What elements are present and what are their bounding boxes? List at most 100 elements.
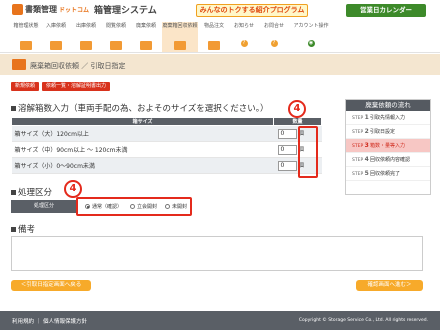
nav-inbound[interactable]: 入庫依頼 [42, 22, 70, 52]
main-nav: 箱管理状態 入庫依頼 出庫依頼 閲覧依頼 廃棄依頼 廃棄箱回収依頼 物品注文 お… [0, 20, 440, 53]
info-icon: ? [240, 40, 248, 47]
box-size-name: 箱サイズ（大）120cm以上 [11, 125, 274, 142]
nav-news[interactable]: お知らせ? [230, 22, 258, 52]
flow-step-3-current: STEP 3 箱数・量等入力 [346, 139, 430, 153]
flow-step-2: STEP 2 引取日設定 [346, 125, 430, 139]
top-header: 書類管理 ドットコム 箱管理システム みんなのトクする紹介プログラム 営業日カレ… [0, 0, 440, 20]
system-title: 箱管理システム [94, 6, 157, 16]
processing-section-label: 処理区分 [18, 188, 53, 198]
nav-label: お知らせ [234, 23, 254, 29]
nav-label: 閲覧依頼 [105, 23, 126, 29]
step-label: 引取日設定 [370, 129, 396, 135]
step-digit: 2 [364, 128, 369, 135]
promo-banner[interactable]: みんなのトクする紹介プログラム [196, 4, 308, 17]
step-digit: 4 [364, 156, 369, 163]
nav-box-status[interactable]: 箱管理状態 [12, 22, 40, 52]
title-path: 廃棄箱回収依頼 [30, 62, 79, 70]
flow-step-4: STEP 4 回収依頼内容確認 [346, 153, 430, 167]
step-digit: 3 [364, 142, 369, 149]
box-icon [110, 41, 122, 50]
site-logo[interactable]: 書類管理 ドットコム 箱管理システム [12, 4, 157, 16]
truck-icon [12, 59, 26, 70]
box-section-label: 溶解箱数入力（車両手配の為、およそのサイズを選択ください。） [18, 104, 269, 114]
table-row: 箱サイズ（中）90cm以上 ～ 120cm未満 0個 [11, 141, 322, 158]
nav-outbound[interactable]: 出庫依頼 [72, 22, 100, 52]
step-label: 引取先情報入力 [370, 115, 406, 121]
nav-disposal[interactable]: 廃棄依頼 [132, 22, 160, 52]
box-icon [80, 41, 92, 50]
nav-contact[interactable]: お問合せ? [260, 22, 288, 52]
processing-highlight-box [76, 197, 192, 216]
logo-sub: ドットコム [59, 7, 90, 14]
tab-request-list[interactable]: 依頼一覧・溶解証明書出力 [42, 82, 111, 91]
col-qty-header: 数量 [273, 117, 322, 126]
step-label: 回収依頼完了 [370, 171, 401, 177]
footer-links: 利用規約 ｜ 個人情報保護方針 [12, 319, 88, 325]
box-icon [20, 41, 32, 50]
step-digit: 5 [364, 170, 369, 177]
step-prefix: STEP [352, 158, 364, 163]
table-row: 箱サイズ（小）0～90cm未満 0個 [11, 157, 322, 174]
bullet-icon [11, 105, 16, 111]
processing-label: 処理区分 [11, 200, 77, 213]
remarks-textarea[interactable] [11, 236, 423, 271]
nav-disposal-pickup[interactable]: 廃棄箱回収依頼 [162, 22, 198, 52]
step-number: STEP 5 [352, 170, 370, 177]
nav-browse[interactable]: 閲覧依頼 [102, 22, 130, 52]
box-icon [50, 41, 62, 50]
calendar-button[interactable]: 営業日カレンダー [346, 4, 426, 17]
table-row: 箱サイズ（大）120cm以上 0個 [11, 125, 322, 142]
nav-label: 入庫依頼 [45, 23, 66, 29]
account-icon: ◉ [307, 40, 315, 47]
terms-link[interactable]: 利用規約 [12, 319, 34, 325]
sub-tabs: 新規依頼 依頼一覧・溶解証明書出力 [11, 82, 111, 91]
nav-label: 物品注文 [203, 23, 224, 29]
bullet-icon [11, 226, 16, 232]
box-icon [140, 41, 152, 50]
step-digit: 1 [364, 114, 369, 121]
flow-step-1: STEP 1 引取先情報入力 [346, 111, 430, 125]
step-prefix: STEP [352, 130, 364, 135]
box-size-table: 箱サイズ 数量 箱サイズ（大）120cm以上 0個 箱サイズ（中）90cm以上 … [11, 117, 322, 174]
annotation-marker: 4 [288, 100, 306, 118]
privacy-link[interactable]: 個人情報保護方針 [43, 319, 87, 325]
bullet-icon [11, 189, 16, 195]
qty-input-large[interactable]: 0 [277, 128, 297, 139]
remarks-section-label: 備考 [18, 225, 36, 235]
box-size-name: 箱サイズ（小）0～90cm未満 [11, 157, 274, 174]
nav-label: お問合せ [263, 23, 284, 29]
step-prefix: STEP [352, 172, 364, 177]
back-button[interactable]: ＜引取日指定画面へ戻る [11, 280, 91, 291]
nav-account[interactable]: アカウント操作 ◉ [290, 22, 332, 52]
qty-highlight-box [298, 126, 318, 178]
step-prefix: STEP [352, 116, 364, 121]
step-number: STEP 2 [352, 128, 370, 135]
box-section-title: 溶解箱数入力（車両手配の為、およそのサイズを選択ください。） [11, 102, 269, 114]
contact-icon: ? [270, 40, 278, 47]
nav-label: 廃棄依頼 [135, 23, 156, 29]
flow-title: 廃棄依頼の流れ [346, 100, 430, 111]
box-size-name: 箱サイズ（中）90cm以上 ～ 120cm未満 [11, 141, 274, 158]
nav-label: 廃棄箱回収依頼 [162, 23, 198, 29]
nav-order[interactable]: 物品注文 [200, 22, 228, 52]
logo-icon [12, 4, 23, 15]
tab-new-request[interactable]: 新規依頼 [11, 82, 40, 91]
qty-input-small[interactable]: 0 [277, 160, 297, 171]
logo-main: 書類管理 [25, 5, 57, 14]
step-prefix: STEP [352, 144, 364, 149]
step-number: STEP 4 [352, 156, 370, 163]
page-title-band: 廃棄箱回収依頼 ／ 引取日指定 [0, 54, 440, 75]
annotation-marker: 4 [64, 180, 82, 198]
qty-input-medium[interactable]: 0 [277, 144, 297, 155]
copyright: Copyright © Storage Service Co., Ltd. Al… [298, 318, 428, 323]
remarks-section-title: 備考 [11, 223, 35, 235]
flow-panel: 廃棄依頼の流れ STEP 1 引取先情報入力 STEP 2 引取日設定 STEP 3… [345, 99, 431, 195]
title-current: 引取日指定 [90, 62, 126, 70]
step-number: STEP 3 [352, 142, 370, 149]
step-number: STEP 1 [352, 114, 370, 121]
col-size-header: 箱サイズ [11, 117, 274, 126]
nav-label: アカウント操作 [293, 23, 329, 29]
next-button[interactable]: 確認画面へ進む＞ [356, 280, 423, 291]
step-label: 回収依頼内容確認 [370, 157, 411, 163]
nav-label: 箱管理状態 [13, 23, 39, 29]
